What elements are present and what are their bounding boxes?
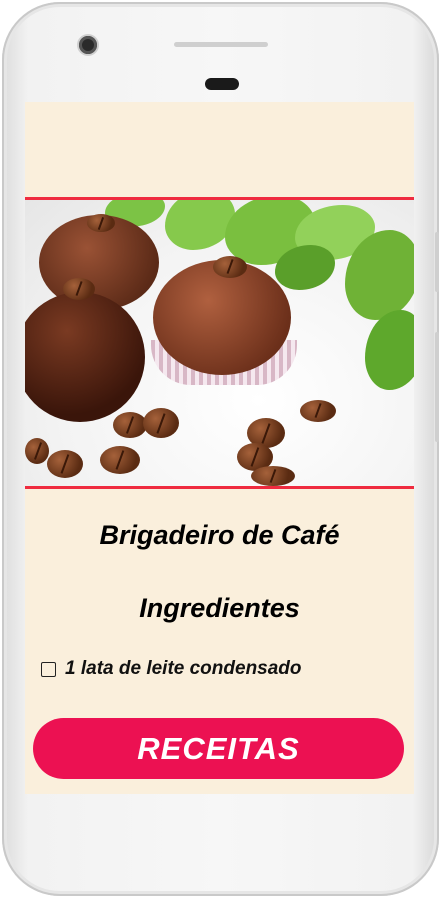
coffee-bean-icon (251, 466, 295, 486)
coffee-bean-icon (143, 408, 179, 438)
proximity-sensor (205, 78, 239, 90)
coffee-bean-icon (47, 450, 83, 478)
bottom-divider (25, 486, 414, 489)
header-area (25, 102, 414, 197)
speaker-grill (174, 42, 268, 47)
recipe-photo (25, 200, 414, 486)
coffee-bean-icon (63, 278, 95, 300)
power-button (435, 232, 439, 292)
receitas-button[interactable]: RECEITAS (33, 718, 404, 779)
volume-button (435, 332, 439, 442)
recipe-title: Brigadeiro de Café (99, 520, 340, 550)
ingredients-heading: Ingredientes (139, 593, 300, 623)
coffee-bean-icon (300, 400, 336, 422)
ingredient-item[interactable]: 1 lata de leite condensado (41, 657, 414, 681)
coffee-bean-icon (87, 214, 115, 232)
ingredient-checkbox[interactable] (41, 661, 56, 677)
app-screen: Brigadeiro de Café Ingredientes 1 lata d… (25, 102, 414, 794)
truffle-right (153, 260, 291, 375)
coffee-bean-icon (213, 256, 247, 278)
coffee-bean-icon (113, 412, 147, 438)
coffee-bean-icon (100, 446, 140, 474)
ingredient-label: 1 lata de leite condensado (65, 658, 302, 679)
coffee-bean-icon (25, 438, 49, 464)
truffle-dark (25, 292, 145, 422)
front-camera-icon (79, 36, 97, 54)
leaf-shape (365, 310, 414, 390)
leaf-shape (165, 200, 235, 250)
